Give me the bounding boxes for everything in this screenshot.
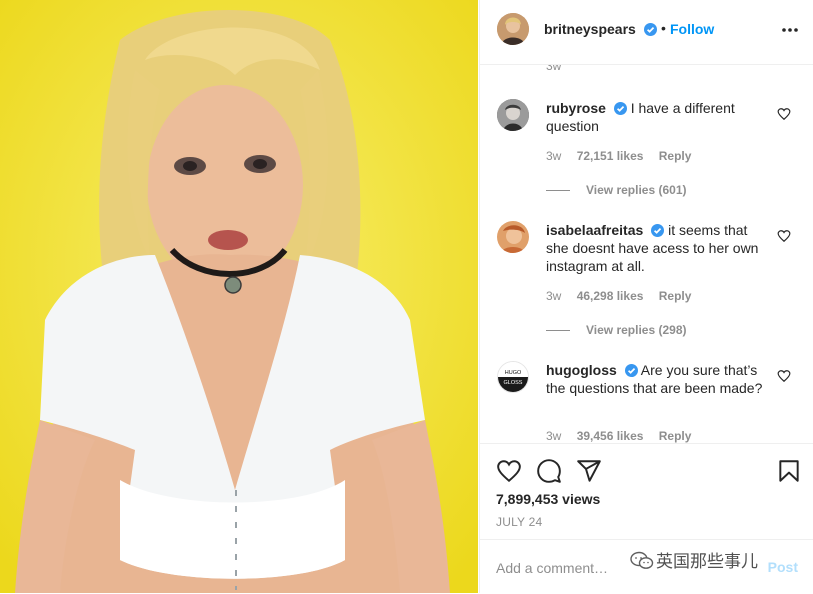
comment-username[interactable]: rubyrose: [546, 100, 606, 116]
comment-text-block: isabelaafreitas it seems that she doesnt…: [546, 221, 768, 275]
comment-text-block: rubyrose I have a different question: [546, 99, 768, 135]
post-comment-button[interactable]: Post: [768, 559, 798, 575]
heart-icon[interactable]: [777, 369, 791, 383]
reply-button[interactable]: Reply: [659, 149, 692, 163]
comment-username[interactable]: isabelaafreitas: [546, 222, 643, 238]
video-frame-illustration: [0, 0, 478, 593]
follow-button[interactable]: Follow: [670, 21, 714, 37]
comment-meta: 3w 46,298 likes Reply: [546, 289, 703, 303]
heart-icon[interactable]: [496, 458, 522, 484]
commenter-avatar[interactable]: HUGO GLOSS: [497, 361, 529, 393]
more-options-icon[interactable]: [780, 22, 800, 38]
watermark: 英国那些事儿: [630, 547, 758, 572]
comment-username[interactable]: hugogloss: [546, 362, 617, 378]
comment-meta: 3w 39,456 likes Reply: [546, 429, 703, 443]
comment-icon[interactable]: [536, 458, 562, 484]
replies-divider: [546, 190, 570, 192]
verified-badge-icon: [651, 224, 665, 237]
replies-divider: [546, 330, 570, 332]
share-icon[interactable]: [576, 458, 602, 484]
author-username[interactable]: britneyspears: [544, 21, 636, 37]
view-replies-button[interactable]: View replies (601): [546, 183, 687, 197]
comment-likes[interactable]: 72,151 likes: [577, 149, 644, 163]
author-name-row: britneyspears: [544, 21, 658, 39]
post-date[interactable]: JULY 24: [496, 515, 542, 529]
post-header: britneyspears • Follow: [480, 0, 813, 65]
comment-time: 3w: [546, 289, 562, 303]
separator-dot: •: [661, 20, 666, 36]
heart-icon[interactable]: [777, 229, 791, 243]
comment-time: 3w: [546, 149, 562, 163]
wechat-icon: [630, 551, 654, 569]
commenter-avatar[interactable]: [497, 221, 529, 253]
caption-time: 3w: [546, 65, 562, 73]
hugo-logo-text-bottom: GLOSS: [504, 380, 523, 386]
heart-icon[interactable]: [777, 107, 791, 121]
comment-time: 3w: [546, 429, 562, 443]
views-count[interactable]: 7,899,453 views: [496, 491, 600, 507]
post-media[interactable]: [0, 0, 478, 593]
view-replies-label: View replies (298): [586, 323, 687, 337]
comment-meta: 3w 72,151 likes Reply: [546, 149, 703, 163]
comments-list[interactable]: 3w rubyrose I have a different question …: [480, 65, 813, 443]
verified-badge-icon: [613, 102, 627, 115]
comment-likes[interactable]: 39,456 likes: [577, 429, 644, 443]
watermark-text: 英国那些事儿: [656, 552, 758, 571]
post-panel: britneyspears • Follow 3w rubyrose I hav…: [479, 0, 813, 594]
post-actions: 7,899,453 views JULY 24: [480, 443, 813, 540]
verified-badge-icon: [644, 23, 658, 36]
add-comment-bar: Post 英国那些事儿: [480, 539, 813, 594]
comment-likes[interactable]: 46,298 likes: [577, 289, 644, 303]
reply-button[interactable]: Reply: [659, 289, 692, 303]
view-replies-label: View replies (601): [586, 183, 687, 197]
author-avatar[interactable]: [497, 13, 529, 45]
hugo-logo-text-top: HUGO: [505, 370, 522, 376]
view-replies-button[interactable]: View replies (298): [546, 323, 687, 337]
bookmark-icon[interactable]: [776, 458, 802, 484]
verified-badge-icon: [624, 364, 638, 377]
commenter-avatar[interactable]: [497, 99, 529, 131]
reply-button[interactable]: Reply: [659, 429, 692, 443]
comment-text-block: hugogloss Are you sure that’s the questi…: [546, 361, 768, 397]
